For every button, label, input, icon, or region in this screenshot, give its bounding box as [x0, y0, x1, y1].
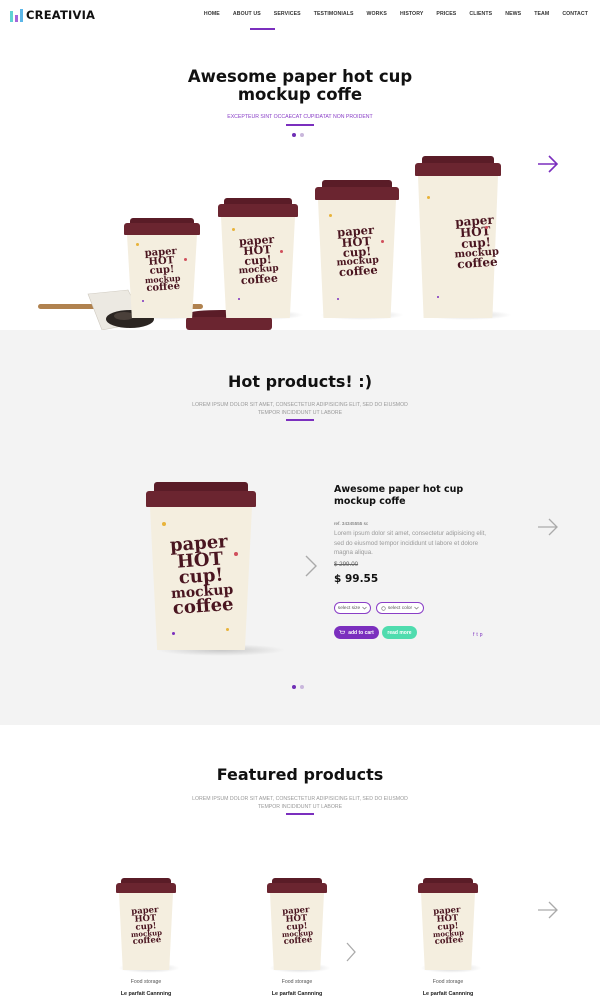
- nav-testimonials[interactable]: TESTIMONIALS: [314, 11, 354, 17]
- brand-name: CREATIVIA: [26, 8, 96, 22]
- nav-contact[interactable]: CONTACT: [562, 11, 588, 17]
- featured-products-subtitle: LOREM IPSUM DOLOR SIT AMET, CONSECTETUR …: [192, 796, 408, 810]
- slider-dot-2[interactable]: [300, 685, 304, 689]
- cup-xlarge-image: paper HOT cup! mockup coffee: [415, 156, 501, 318]
- select-size-dropdown[interactable]: select size: [334, 602, 371, 614]
- slider-dot-2[interactable]: [300, 133, 304, 137]
- nav-team[interactable]: TEAM: [534, 11, 549, 17]
- pinterest-icon[interactable]: p: [480, 632, 483, 638]
- featured-product-1-name[interactable]: Le parfait Cannning: [96, 991, 196, 997]
- chevron-down-icon: [414, 606, 419, 610]
- cart-icon: [339, 630, 346, 634]
- product-price: $ 99.55: [334, 573, 379, 585]
- logo-mark-icon: [10, 8, 23, 22]
- featured-product-3-name[interactable]: Le parfait Cannning: [398, 991, 498, 997]
- slider-dot-1[interactable]: [292, 685, 296, 689]
- hot-products-accent-line: [286, 419, 314, 421]
- hero-title-line2: mockup coffe: [237, 85, 363, 104]
- slider-dot-1[interactable]: [292, 133, 296, 137]
- hero-subtitle: EXCEPTEUR SINT OCCAECAT CUPIDATAT NON PR…: [227, 114, 373, 120]
- nav-prices[interactable]: PRICES: [436, 11, 456, 17]
- product-description: Lorem ipsum dolor sit amet, consectetur …: [334, 530, 487, 556]
- color-swatch-icon: [381, 605, 386, 611]
- hero-section: Awesome paper hot cup mockup coffe EXCEP…: [0, 30, 600, 331]
- cup-small-image: paper HOT cup! mockup coffee: [124, 218, 200, 318]
- select-color-dropdown[interactable]: select color: [376, 602, 424, 614]
- brand-logo[interactable]: CREATIVIA: [10, 8, 95, 22]
- cup-large-image: paper HOT cup! mockup coffee: [315, 180, 399, 318]
- nav-news[interactable]: NEWS: [505, 11, 521, 17]
- chevron-right-icon[interactable]: [304, 554, 318, 578]
- site-header: CREATIVIA HOME ABOUT US SERVICES TESTIMO…: [0, 0, 600, 30]
- read-more-button[interactable]: read more: [382, 626, 417, 639]
- hero-slider-dots: [292, 133, 304, 137]
- hot-products-title: Hot products! :): [227, 372, 372, 391]
- main-nav: HOME ABOUT US SERVICES TESTIMONIALS WORK…: [204, 11, 588, 17]
- arrow-right-icon[interactable]: [537, 154, 559, 174]
- nav-clients[interactable]: CLIENTS: [469, 11, 492, 17]
- social-share: f t p: [473, 632, 483, 638]
- hero-title-line1: Awesome paper hot cup: [187, 67, 413, 86]
- nav-services[interactable]: SERVICES: [274, 11, 301, 17]
- arrow-right-icon[interactable]: [537, 517, 559, 537]
- featured-product-1-category: Food storage: [130, 979, 162, 985]
- featured-products-title: Featured products: [216, 765, 384, 784]
- featured-accent-line: [286, 813, 314, 815]
- product-ref: ref. 34345555 sc: [334, 521, 369, 526]
- featured-product-2-name[interactable]: Le parfait Cannning: [247, 991, 347, 997]
- cup-medium-image: paper HOT cup! mockup coffee: [218, 198, 298, 318]
- arrow-right-icon[interactable]: [537, 900, 559, 920]
- add-to-cart-button[interactable]: add to cart: [334, 626, 379, 639]
- hero-title: Awesome paper hot cup mockup coffe: [0, 68, 600, 104]
- hot-product-image: paper HOT cup! mockup coffee: [146, 482, 256, 650]
- hero-accent-line: [286, 124, 314, 126]
- chevron-down-icon: [362, 606, 367, 610]
- featured-product-2-category: Food storage: [281, 979, 313, 985]
- twitter-icon[interactable]: t: [476, 632, 477, 638]
- hot-products-subtitle: LOREM IPSUM DOLOR SIT AMET, CONSECTETUR …: [192, 402, 408, 416]
- featured-product-2-image[interactable]: paper HOT cup! mockup coffee: [267, 878, 327, 970]
- nav-history[interactable]: HISTORY: [400, 11, 423, 17]
- featured-product-1-caption: Food storage Le parfait Cannning: [96, 979, 196, 997]
- product-title: Awesome paper hot cup mockup coffe: [334, 484, 464, 507]
- nav-home[interactable]: HOME: [204, 11, 220, 17]
- featured-product-2-caption: Food storage Le parfait Cannning: [247, 979, 347, 997]
- hot-products-section: Hot products! :) LOREM IPSUM DOLOR SIT A…: [0, 330, 600, 725]
- nav-about-us[interactable]: ABOUT US: [233, 11, 261, 17]
- nav-works[interactable]: WORKS: [367, 11, 387, 17]
- featured-product-3-category: Food storage: [432, 979, 464, 985]
- hot-products-slider-dots: [292, 685, 304, 689]
- product-old-price: $ 299.00: [334, 561, 359, 568]
- featured-product-3-image[interactable]: paper HOT cup! mockup coffee: [418, 878, 478, 970]
- featured-product-3-caption: Food storage Le parfait Cannning: [398, 979, 498, 997]
- chevron-right-icon[interactable]: [345, 941, 357, 963]
- facebook-icon[interactable]: f: [473, 632, 474, 638]
- featured-product-1-image[interactable]: paper HOT cup! mockup coffee: [116, 878, 176, 970]
- featured-products-section: Featured products LOREM IPSUM DOLOR SIT …: [0, 725, 600, 1000]
